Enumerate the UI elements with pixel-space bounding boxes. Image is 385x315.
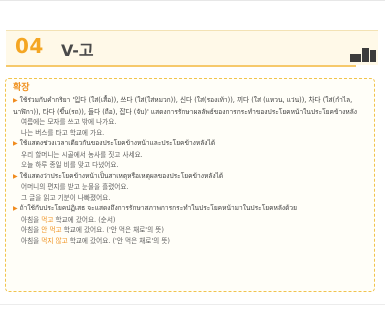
example-post: 학교에 갔어요. ('안 먹은 채로'의 뜻): [67, 236, 170, 245]
example: 그 글을 읽고 기분이 나빠졌어요.: [21, 193, 111, 202]
point-3: ▶ ใช้แสดงว่าประโยคข้างหน้าเป็นสาเหตุหรือเ…: [13, 171, 368, 183]
extension-box: 확장 ▶ ใช้ร่วมกับคำกริยา '입다 (ใส่(เสื้อ)), …: [5, 78, 375, 292]
point-2: ▶ ใช้แสดงช่วงเวลาเดียวกันของประโยคข้างหน้…: [13, 138, 368, 150]
point-4-text: ถ้าใช้กับประโยคปฏิเสธ จะแสดงถึงการรักษาส…: [19, 204, 297, 212]
page: 04 V-고 확장 ▶ ใช้ร่วมกับคำกริยา '입다 (ใส่(เส…: [0, 0, 385, 315]
section-title: V-고: [61, 41, 94, 60]
example-pre: 아침을: [21, 215, 42, 224]
point-1-text: ใช้ร่วมกับคำกริยา '입다 (ใส่(เสื้อ)), 쓰다 (…: [13, 96, 357, 116]
header-underline: [6, 65, 356, 67]
triangle-bullet-icon: ▶: [13, 205, 18, 212]
example-post: 학교에 갔어요. (순서): [53, 215, 116, 224]
example-pre: 아침을: [21, 226, 42, 234]
top-divider: [0, 0, 385, 1]
example: 우리 할머니는 시골에서 농사를 짓고 사세요.: [21, 150, 143, 159]
point-2-text: ใช้แสดงช่วงเวลาเดียวกันของประโยคข้างหน้า…: [19, 139, 216, 147]
example: 여름에는 모자를 쓰고 밖에 나가요.: [21, 118, 117, 126]
bottom-divider: [0, 304, 385, 305]
point-3-text: ใช้แสดงว่าประโยคข้างหน้าเป็นสาเหตุหรือเห…: [19, 171, 224, 180]
point-4: ▶ ถ้าใช้กับประโยคปฏิเสธ จะแสดงถึงการรักษา…: [13, 203, 368, 215]
example: 오늘 하루 종일 비를 맞고 다녔어요.: [21, 161, 119, 169]
triangle-bullet-icon: ▶: [13, 172, 18, 180]
triangle-bullet-icon: ▶: [13, 140, 18, 147]
example: 아침을 안 먹고 학교에 갔어요. ('안 먹은 채로'의 뜻): [13, 225, 368, 236]
example: 아침을 먹지 않고 학교에 갔어요. ('안 먹은 채로'의 뜻): [13, 236, 368, 247]
triangle-bullet-icon: ▶: [13, 97, 18, 104]
point-1: ▶ ใช้ร่วมกับคำกริยา '입다 (ใส่(เสื้อ)), 쓰다 …: [13, 95, 368, 117]
section-number: 04: [15, 34, 44, 58]
example-pre: 아침을: [21, 236, 42, 245]
extension-title: 확장: [13, 83, 30, 93]
section-header: 04 V-고: [6, 30, 378, 65]
example-highlight: 안 먹고: [41, 226, 62, 234]
example: 어머니의 편지를 받고 눈물을 흘렸어요.: [21, 183, 129, 191]
example-highlight: 먹지 않고: [41, 236, 68, 245]
example-highlight: 먹고: [41, 215, 54, 224]
example: 아침을 먹고 학교에 갔어요. (순서): [13, 215, 368, 226]
example: 나는 버스를 타고 학교에 가요.: [21, 128, 105, 137]
bar-icon: [350, 48, 376, 62]
example-post: 학교에 갔어요. ('안 먹은 채로'의 뜻): [61, 226, 164, 234]
